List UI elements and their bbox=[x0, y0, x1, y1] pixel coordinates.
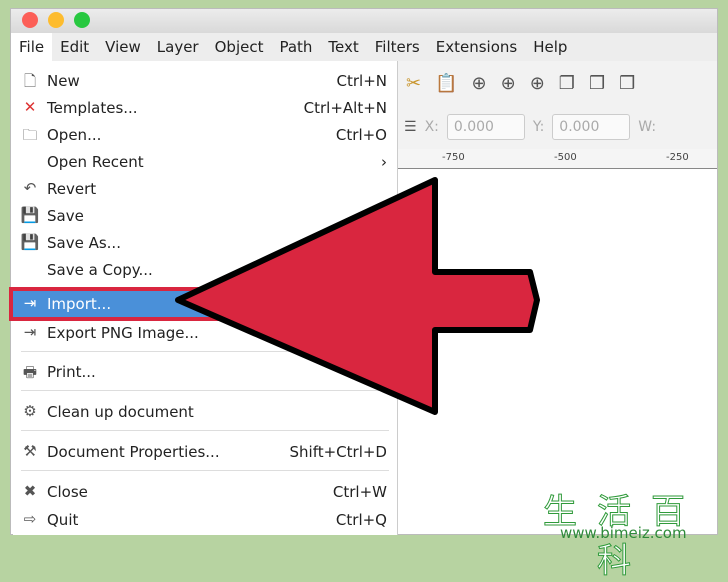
red-arrow-annotation bbox=[175, 177, 540, 415]
watermark-url: www.bimeiz.com bbox=[560, 524, 687, 542]
watermark: 生活百科 www.bimeiz.com bbox=[520, 484, 728, 582]
